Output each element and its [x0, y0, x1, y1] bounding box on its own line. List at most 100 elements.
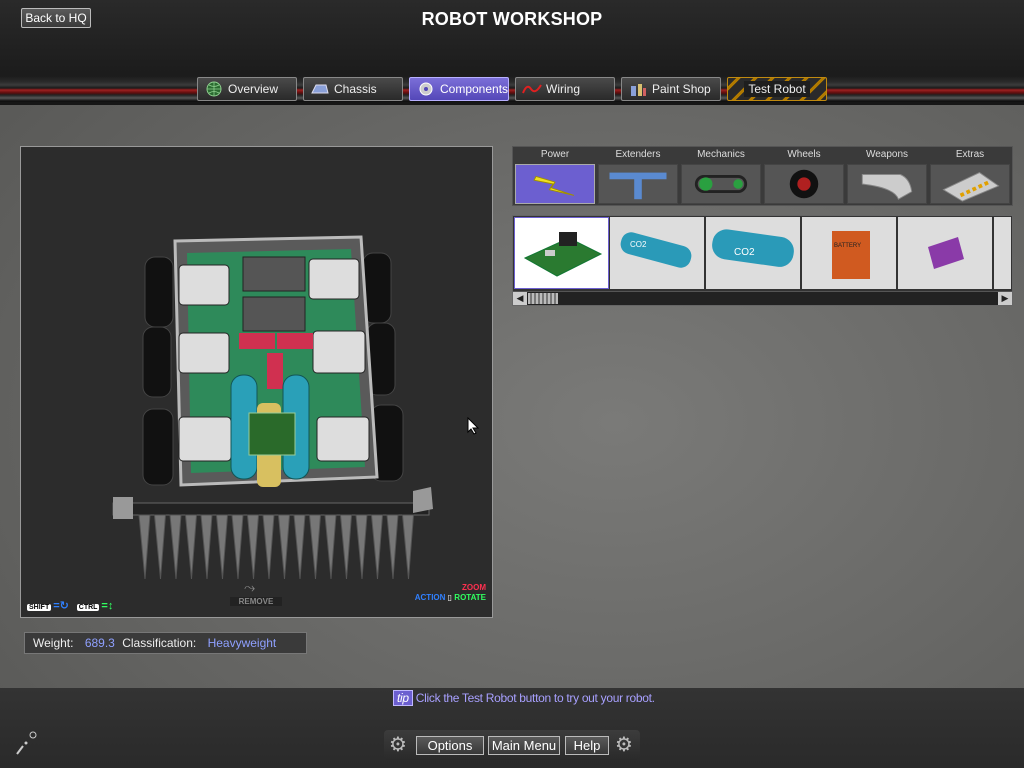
- tab-label: Paint Shop: [652, 82, 711, 96]
- test-robot-button[interactable]: Test Robot: [727, 77, 827, 101]
- remove-button[interactable]: ⤳ REMOVE: [230, 577, 282, 611]
- mouse-icon: ▯: [447, 593, 453, 602]
- robot-model[interactable]: [21, 147, 492, 617]
- circuit-board-icon: [523, 232, 603, 277]
- rotate-label: ROTATE: [454, 593, 486, 602]
- shift-key-label: SHIFT: [27, 604, 52, 611]
- category-label: Weapons: [865, 149, 909, 160]
- weapon-spike: [153, 514, 167, 580]
- classification-value: Heavyweight: [207, 636, 277, 650]
- category-extras[interactable]: Extras: [929, 147, 1011, 207]
- weapon-bar: [112, 502, 430, 516]
- weapon-spike: [370, 514, 384, 580]
- lightning-icon: [515, 164, 595, 204]
- action-label: ACTION: [414, 593, 446, 602]
- category-extenders[interactable]: Extenders: [597, 147, 679, 207]
- tab-label: Components: [440, 82, 509, 96]
- category-label: Mechanics: [697, 149, 745, 160]
- weapon-spikes: [138, 514, 415, 580]
- category-power[interactable]: Power: [514, 147, 596, 207]
- weapon-spike: [386, 514, 399, 580]
- scoop-icon: [847, 164, 927, 204]
- speed-controller: [239, 333, 275, 349]
- category-mechanics[interactable]: Mechanics: [680, 147, 762, 207]
- page-title: ROBOT WORKSHOP: [421, 9, 603, 29]
- speed-controller: [267, 353, 283, 389]
- scroll-thumb[interactable]: [528, 293, 558, 304]
- weapon-spike: [401, 514, 415, 580]
- part-item[interactable]: CO2: [706, 217, 801, 289]
- cable-decoration: [0, 76, 1024, 102]
- help-button[interactable]: Help: [565, 736, 609, 755]
- weapon-spike: [324, 514, 337, 580]
- weapon-spike: [339, 514, 353, 580]
- weapon-spike: [293, 514, 306, 580]
- tab-label: Test Robot: [744, 81, 810, 97]
- weapon-spike: [355, 514, 368, 580]
- weapon-spike: [277, 514, 291, 580]
- ctrl-key-label: CTRL: [76, 604, 100, 611]
- component-categories: Power Extenders Mechanics Wheels Weapons…: [512, 146, 1013, 206]
- scroll-left-icon[interactable]: ◀: [513, 292, 527, 305]
- tab-label: Chassis: [334, 82, 377, 96]
- category-weapons[interactable]: Weapons: [846, 147, 928, 207]
- battery-pack: [242, 296, 306, 332]
- weight-value: 689.3: [84, 636, 115, 650]
- part-item[interactable]: [898, 217, 993, 289]
- tab-chassis[interactable]: Chassis: [303, 77, 403, 101]
- weapon-spike: [138, 514, 151, 580]
- remove-label: REMOVE: [230, 597, 282, 606]
- wheel-icon: [764, 164, 844, 204]
- tip-text: Click the Test Robot button to try out y…: [415, 691, 655, 705]
- co2-tank-large-icon: CO2: [712, 229, 794, 267]
- tab-wiring[interactable]: Wiring: [515, 77, 615, 101]
- zoom-label: ZOOM: [462, 583, 486, 592]
- weapon-spike: [215, 514, 229, 580]
- battery-purple-icon: [928, 237, 964, 269]
- tab-overview[interactable]: Overview: [197, 77, 297, 101]
- weapon-spike: [200, 514, 213, 580]
- weapon-spike: [308, 514, 322, 580]
- weapon-spike: [246, 514, 260, 580]
- main-menu-button[interactable]: Main Menu: [488, 736, 560, 755]
- move-arrow-icon: =↕: [101, 600, 114, 612]
- main-nav: ⚙ Options Main Menu Help ⚙: [384, 730, 640, 760]
- part-item[interactable]: [514, 217, 609, 289]
- weapon-bracket: [113, 497, 133, 519]
- settings-dots-icon: [16, 731, 37, 755]
- classification-label: Classification:: [122, 636, 197, 650]
- category-label: Wheels: [787, 149, 821, 160]
- tab-label: Wiring: [546, 82, 581, 96]
- co2-tank-icon: CO2: [620, 232, 692, 268]
- header-bar: Back to HQ ROBOT WORKSHOP Overview Chass…: [0, 0, 1024, 105]
- weight-info-bar: Weight: 689.3 Classification: Heavyweigh…: [24, 632, 307, 654]
- tab-components[interactable]: Components: [409, 77, 509, 101]
- tab-paint-shop[interactable]: Paint Shop: [621, 77, 721, 101]
- paint-icon: [631, 84, 646, 96]
- footer-bar: tip Click the Test Robot button to try ou…: [0, 688, 1024, 768]
- gear-icon: [419, 82, 433, 96]
- control-hint-right: ZOOM ACTION ▯ ROTATE: [415, 583, 486, 603]
- part-item[interactable]: CO2: [610, 217, 705, 289]
- robot-viewport[interactable]: SHIFT =↻ CTRL =↕ ZOOM ACTION ▯ ROTATE ⤳ …: [20, 146, 493, 618]
- part-label: CO2: [734, 247, 755, 258]
- parts-list: CO2 CO2 BATTERY ◀ ▶: [512, 215, 1013, 306]
- t-bar-icon: [598, 164, 678, 204]
- gear-icon: ⚙: [389, 734, 407, 756]
- options-button[interactable]: Options: [416, 736, 484, 755]
- circuit-board: [248, 412, 296, 456]
- weapon-bracket: [413, 487, 433, 513]
- part-item[interactable]: BATTERY: [802, 217, 897, 289]
- scroll-right-icon[interactable]: ▶: [998, 292, 1012, 305]
- part-label: BATTERY: [834, 243, 861, 249]
- globe-icon: [206, 81, 222, 97]
- category-wheels[interactable]: Wheels: [763, 147, 845, 207]
- battery-pack: [242, 256, 306, 292]
- weapon-spike: [262, 514, 275, 580]
- category-label: Power: [540, 149, 570, 160]
- category-label: Extras: [955, 149, 985, 160]
- parts-scrollbar[interactable]: ◀ ▶: [513, 291, 1012, 305]
- chain-drive-icon: [681, 164, 761, 204]
- part-item[interactable]: [994, 217, 1012, 289]
- mouse-cursor-icon: [467, 417, 480, 435]
